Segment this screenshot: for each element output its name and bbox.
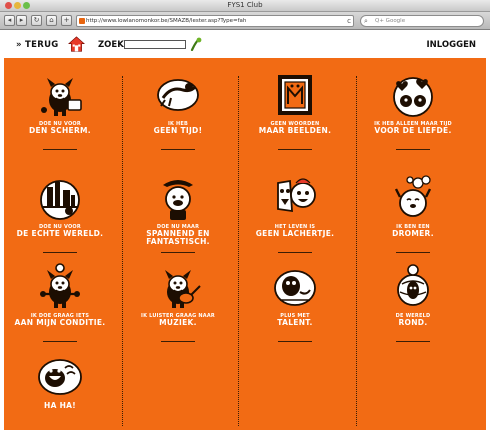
window-title: FYS1 Club <box>227 1 263 9</box>
site-search-input[interactable] <box>124 40 186 49</box>
framed-picture-icon <box>278 75 312 115</box>
laughing-faces-icon <box>277 178 316 213</box>
card-4[interactable]: IK HEB ALLEEN MAAR TIJD VOOR DE LIEFDE. <box>366 70 460 152</box>
card-caption: DOE NU MAAR SPANNEND EN FANTASTISCH. <box>131 224 225 247</box>
card-caption-big: GEEN LACHERTJE. <box>255 229 335 239</box>
column-divider <box>122 76 123 426</box>
card-caption-big: HA HA! <box>44 401 76 410</box>
card-12[interactable]: DE WERELD ROND. <box>366 262 460 344</box>
card-underline <box>278 341 312 342</box>
back-arrow-icon[interactable]: ◂ <box>4 15 15 26</box>
card-underline <box>43 341 77 342</box>
column-divider <box>238 76 239 426</box>
card-caption-big: DEN SCHERM. <box>29 126 91 136</box>
card-caption: DE WERELD ROND. <box>366 313 460 328</box>
card-caption: PLUS MET TALENT. <box>248 313 342 328</box>
card-7[interactable]: HET LEVEN IS GEEN LACHERTJE. <box>248 173 342 255</box>
back-link[interactable]: » TERUG <box>16 40 59 50</box>
search-label: ZOEK <box>98 40 124 50</box>
hearts-couple-icon <box>393 77 433 117</box>
reload-icon[interactable]: ↻ <box>31 15 42 26</box>
card-caption: IK BEN EEN DROMER. <box>366 224 460 239</box>
running-dog-icon <box>157 79 199 111</box>
talent-dog-icon <box>274 270 316 306</box>
search-icon: ⌕ <box>364 17 368 25</box>
cowboy-dog-icon <box>163 180 193 220</box>
card-underline <box>161 149 195 150</box>
card-caption: GEEN WOORDEN MAAR BEELDEN. <box>248 121 342 136</box>
card-caption: IK HEB GEEN TIJD! <box>131 121 225 136</box>
fitness-dog-icon <box>40 263 80 308</box>
address-bar[interactable]: http://www.lowlanomonkor.be/SMAZB/lester… <box>76 15 354 27</box>
card-caption-big: ROND. <box>398 318 428 328</box>
card-caption: IK DOE GRAAG IETS AAN MIJN CONDITIE. <box>13 313 107 328</box>
card-1[interactable]: DOE NU VOOR DEN SCHERM. <box>13 70 107 152</box>
address-text: http://www.lowlanomonkor.be/SMAZB/lester… <box>86 18 247 24</box>
browser-search-field[interactable]: ⌕ Q+ Google <box>360 15 484 27</box>
column-divider <box>356 76 357 426</box>
forward-arrow-icon[interactable]: ▸ <box>16 15 27 26</box>
browser-search-placeholder: Q+ Google <box>375 18 406 24</box>
dog-with-tv-icon <box>41 78 82 116</box>
card-caption: IK LUISTER GRAAG NAAR MUZIEK. <box>131 313 225 328</box>
add-bookmark-icon[interactable]: + <box>61 15 72 26</box>
card-2[interactable]: IK HEB GEEN TIJD! <box>131 70 225 152</box>
login-link[interactable]: INLOGGEN <box>427 40 477 50</box>
card-10[interactable]: IK LUISTER GRAAG NAAR MUZIEK. <box>131 262 225 344</box>
card-underline <box>278 252 312 253</box>
card-caption: DOE NU VOOR DEN SCHERM. <box>13 121 107 136</box>
card-caption: HET LEVEN IS GEEN LACHERTJE. <box>248 224 342 239</box>
guitar-dog-icon <box>165 270 201 308</box>
world-traveler-icon <box>397 264 429 306</box>
url-reload-icon[interactable]: c <box>347 16 351 26</box>
city-globe-icon <box>40 180 80 220</box>
card-13[interactable]: HA HA! <box>13 350 107 430</box>
card-caption-big: MAAR BEELDEN. <box>258 126 332 136</box>
card-6[interactable]: DOE NU MAAR SPANNEND EN FANTASTISCH. <box>131 173 225 255</box>
card-underline <box>161 341 195 342</box>
card-caption-big: MUZIEK. <box>159 318 197 328</box>
card-underline <box>396 341 430 342</box>
laughing-dog-icon <box>38 359 82 395</box>
browser-titlebar: FYS1 Club <box>0 0 490 12</box>
home-browser-icon[interactable]: ⌂ <box>46 15 57 26</box>
browser-toolbar: ◂ ▸ ↻ ⌂ + http://www.lowlanomonkor.be/SM… <box>0 12 490 30</box>
card-caption-big: GEEN TIJD! <box>153 126 203 136</box>
search-go-icon[interactable] <box>190 37 202 51</box>
card-underline <box>278 149 312 150</box>
card-caption-big: TALENT. <box>277 318 313 328</box>
card-11[interactable]: PLUS MET TALENT. <box>248 262 342 344</box>
card-caption-big: DROMER. <box>392 229 434 239</box>
card-5[interactable]: DOE NU VOOR DE ECHTE WERELD. <box>13 173 107 255</box>
home-icon[interactable] <box>68 36 85 53</box>
card-caption-big: SPANNEND EN FANTASTISCH. <box>146 229 210 247</box>
card-underline <box>161 252 195 253</box>
card-underline <box>43 149 77 150</box>
card-caption: DOE NU VOOR DE ECHTE WERELD. <box>13 224 107 239</box>
card-9[interactable]: IK DOE GRAAG IETS AAN MIJN CONDITIE. <box>13 262 107 344</box>
site-header: » TERUG ZOEK INLOGGEN <box>0 31 490 58</box>
card-8[interactable]: IK BEN EEN DROMER. <box>366 173 460 255</box>
card-caption: IK HEB ALLEEN MAAR TIJD VOOR DE LIEFDE. <box>366 121 460 136</box>
dreamer-dog-icon <box>394 175 432 217</box>
card-caption-big: AAN MIJN CONDITIE. <box>14 318 106 328</box>
card-3[interactable]: GEEN WOORDEN MAAR BEELDEN. <box>248 70 342 152</box>
card-caption-big: DE ECHTE WERELD. <box>16 229 104 239</box>
card-underline <box>396 252 430 253</box>
card-underline <box>396 149 430 150</box>
card-underline <box>43 252 77 253</box>
card-caption-big: VOOR DE LIEFDE. <box>374 126 452 136</box>
favicon-icon <box>79 18 85 24</box>
card-caption: HA HA! <box>13 402 107 410</box>
